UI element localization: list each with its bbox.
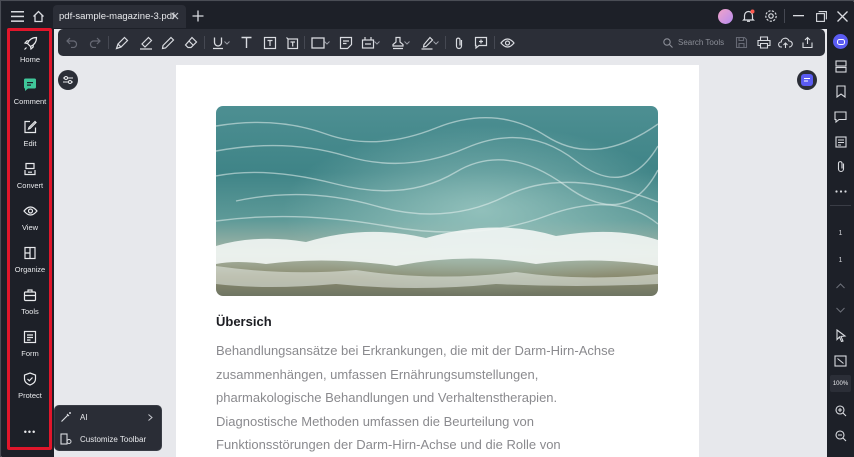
share-icon[interactable] — [799, 34, 816, 51]
avatar[interactable] — [716, 7, 734, 25]
chevron-right-icon — [148, 413, 153, 421]
bell-icon[interactable] — [739, 7, 757, 25]
text-icon[interactable] — [238, 34, 255, 51]
divider — [304, 36, 305, 49]
restore-icon[interactable] — [812, 7, 830, 25]
ai-chat-icon[interactable] — [832, 33, 849, 50]
paragraph-line: Diagnostische Methoden umfassen die Beur… — [216, 413, 534, 429]
sidebar-highlight — [7, 28, 52, 450]
document-tab[interactable]: pdf-sample-magazine-3.pdf — [53, 5, 186, 28]
close-window-icon[interactable] — [833, 7, 851, 25]
popup-item-label: AI — [80, 412, 88, 422]
sticky-note-icon[interactable] — [337, 34, 354, 51]
bookmark-icon[interactable] — [832, 83, 849, 100]
magic-wand-icon — [61, 412, 71, 422]
search-tools[interactable]: Search Tools — [663, 35, 724, 50]
textbox-icon[interactable] — [261, 34, 278, 51]
sliders-icon — [63, 76, 73, 84]
chevron-down-icon[interactable] — [373, 34, 381, 51]
ocean-wave-image — [216, 106, 658, 296]
chevron-down-icon[interactable] — [223, 34, 231, 51]
paragraph-line: pharmakologische Behandlungen und Verhal… — [216, 390, 558, 405]
zoom-in-icon[interactable] — [832, 402, 849, 419]
redo-icon[interactable] — [86, 34, 103, 51]
right-sidebar: 1 1 100% — [827, 29, 854, 457]
add-comment-icon[interactable] — [472, 34, 489, 51]
callout-icon[interactable] — [283, 34, 300, 51]
pencil-icon[interactable] — [159, 34, 176, 51]
body-paragraph: Behandlungsansätze bei Erkrankungen, die… — [216, 339, 686, 457]
paragraph-line: Funktionsstörungen der Darm-Hirn-Achse u… — [216, 437, 561, 452]
zoom-out-icon[interactable] — [832, 427, 849, 444]
section-heading: Übersich — [216, 314, 272, 329]
form-fields-icon[interactable] — [832, 133, 849, 150]
highlighter-icon[interactable] — [113, 34, 130, 51]
menu-icon[interactable] — [8, 7, 26, 25]
ai-assistant-button[interactable] — [797, 70, 817, 90]
divider — [204, 36, 205, 49]
current-page[interactable]: 1 — [827, 230, 854, 237]
undo-icon[interactable] — [64, 34, 81, 51]
paragraph-line: zusammenhängen, umfassen Ernährungsumste… — [216, 366, 539, 382]
search-icon — [663, 37, 673, 48]
customize-toolbar-icon — [60, 433, 72, 445]
thumbnails-icon[interactable] — [832, 58, 849, 75]
chevron-down-icon[interactable] — [832, 301, 849, 318]
cloud-upload-icon[interactable] — [777, 34, 794, 51]
popup-item-ai[interactable]: AI — [55, 406, 161, 428]
popup-item-label: Customize Toolbar — [80, 434, 147, 444]
area-highlight-icon[interactable] — [137, 34, 154, 51]
more-tools-popup: AI Customize Toolbar — [54, 405, 162, 451]
divider — [445, 36, 446, 49]
home-icon[interactable] — [29, 7, 47, 25]
close-icon[interactable] — [168, 9, 182, 23]
eraser-icon[interactable] — [182, 34, 199, 51]
save-icon[interactable] — [733, 34, 750, 51]
print-icon[interactable] — [755, 34, 772, 51]
divider — [830, 205, 851, 206]
eye-icon[interactable] — [499, 34, 516, 51]
chevron-down-icon[interactable] — [432, 34, 440, 51]
paragraph-line: Behandlungsansätze bei Erkrankungen, die… — [216, 343, 615, 358]
zoom-level[interactable]: 100% — [830, 375, 851, 392]
tab-title: pdf-sample-magazine-3.pdf — [59, 11, 175, 22]
divider — [108, 36, 109, 49]
comments-icon[interactable] — [832, 108, 849, 125]
total-pages: 1 — [838, 257, 843, 264]
app-window: pdf-sample-magazine-3.pdf Home Comment E… — [0, 0, 854, 457]
divider — [494, 36, 495, 49]
chevron-up-icon[interactable] — [832, 277, 849, 294]
fit-page-icon[interactable] — [832, 352, 849, 369]
popup-item-customize-toolbar[interactable]: Customize Toolbar — [55, 428, 161, 450]
more-options-icon[interactable] — [832, 183, 849, 200]
plus-icon[interactable] — [189, 7, 207, 25]
select-cursor-icon[interactable] — [832, 327, 849, 344]
ai-chat-icon — [801, 74, 813, 86]
settings-sliders-button[interactable] — [58, 70, 78, 90]
chevron-down-icon[interactable] — [323, 34, 331, 51]
search-placeholder: Search Tools — [678, 38, 725, 47]
attachment-icon[interactable] — [450, 34, 467, 51]
document-area: Search Tools Übersich Behandlungsansätze… — [54, 29, 827, 457]
chevron-down-icon[interactable] — [403, 34, 411, 51]
gear-icon[interactable] — [762, 7, 780, 25]
minimize-icon[interactable] — [789, 7, 807, 25]
divider — [784, 9, 785, 23]
title-bar: pdf-sample-magazine-3.pdf — [2, 2, 854, 29]
annotation-toolbar: Search Tools — [58, 29, 825, 56]
pdf-page: Übersich Behandlungsansätze bei Erkranku… — [176, 65, 699, 457]
attachment-icon[interactable] — [832, 158, 849, 175]
